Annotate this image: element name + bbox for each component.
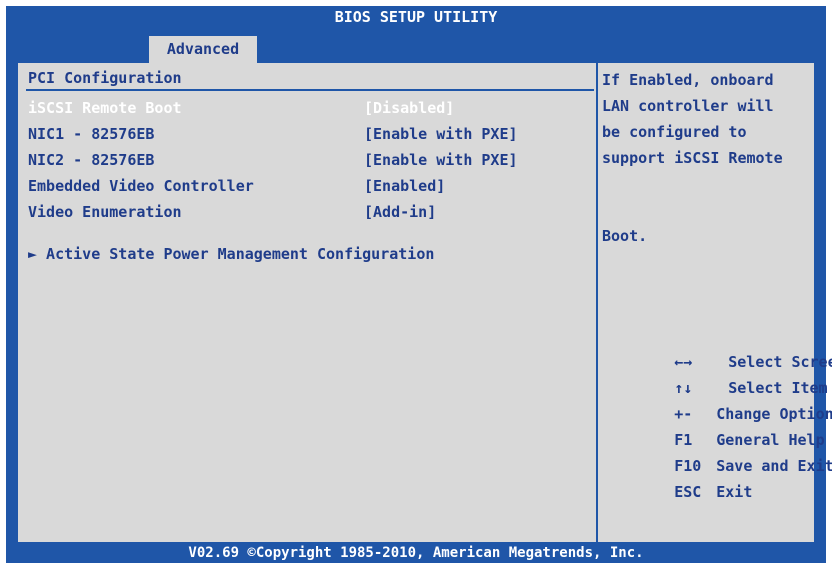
help-line: If Enabled, onboard xyxy=(602,71,774,89)
submenu-aspm-configuration[interactable]: ► Active State Power Management Configur… xyxy=(28,245,434,263)
setting-value[interactable]: [Add-in] xyxy=(364,203,436,221)
legend-key: F10 xyxy=(674,457,702,475)
legend-key: F1 xyxy=(674,431,693,449)
setting-label: Video Enumeration xyxy=(28,203,182,221)
help-line: support iSCSI Remote xyxy=(602,149,783,167)
help-line: be configured to xyxy=(602,123,747,141)
settings-panel: PCI Configuration iSCSI Remote Boot [Dis… xyxy=(18,63,832,542)
setting-value[interactable]: [Disabled] xyxy=(364,99,454,117)
help-line xyxy=(602,171,812,197)
setting-label: NIC2 - 82576EB xyxy=(28,151,155,169)
setting-iscsi-remote-boot[interactable]: iSCSI Remote Boot [Disabled] xyxy=(18,99,594,123)
help-line xyxy=(602,197,812,223)
setting-value[interactable]: [Enabled] xyxy=(364,177,445,195)
section-title: PCI Configuration xyxy=(28,69,182,87)
legend-action: Select Item xyxy=(728,379,828,397)
legend-action: Change Option xyxy=(716,405,832,423)
section-divider xyxy=(26,89,594,91)
setting-label: iSCSI Remote Boot xyxy=(28,99,182,117)
legend-action: General Help xyxy=(716,431,825,449)
left-right-arrows-icon: ←→ xyxy=(674,353,693,371)
help-line: LAN controller will xyxy=(602,97,774,115)
setting-value[interactable]: [Enable with PXE] xyxy=(364,151,518,169)
setting-value[interactable]: [Enable with PXE] xyxy=(364,125,518,143)
legend-action: Exit xyxy=(716,483,753,501)
legend-action: Save and Exit xyxy=(716,457,832,475)
setting-video-enumeration[interactable]: Video Enumeration [Add-in] xyxy=(18,203,594,227)
help-line: Boot. xyxy=(602,227,648,245)
legend-select-screen: ←→ Select Screen xyxy=(602,323,832,371)
column-divider xyxy=(596,63,598,542)
setting-label: Embedded Video Controller xyxy=(28,177,254,195)
setting-label: NIC1 - 82576EB xyxy=(28,125,155,143)
setting-nic2[interactable]: NIC2 - 82576EB [Enable with PXE] xyxy=(18,151,594,175)
window-title: BIOS SETUP UTILITY xyxy=(334,8,498,26)
setting-nic1[interactable]: NIC1 - 82576EB [Enable with PXE] xyxy=(18,125,594,149)
key-legend: ←→ Select Screen ↑↓ Select Item +- Change O… xyxy=(602,323,832,501)
legend-key: ESC xyxy=(674,483,702,501)
setting-embedded-video-controller[interactable]: Embedded Video Controller [Enabled] xyxy=(18,177,594,201)
up-down-arrows-icon: ↑↓ xyxy=(674,379,693,397)
legend-action: Select Screen xyxy=(728,353,832,371)
help-text: If Enabled, onboard LAN controller will … xyxy=(602,67,812,249)
tab-advanced[interactable]: Advanced xyxy=(149,36,257,63)
copyright-footer: V02.69 ©Copyright 1985-2010, American Me… xyxy=(188,545,644,561)
legend-key: +- xyxy=(674,405,693,423)
bios-window: BIOS SETUP UTILITY Advanced PCI Configur… xyxy=(6,6,832,563)
